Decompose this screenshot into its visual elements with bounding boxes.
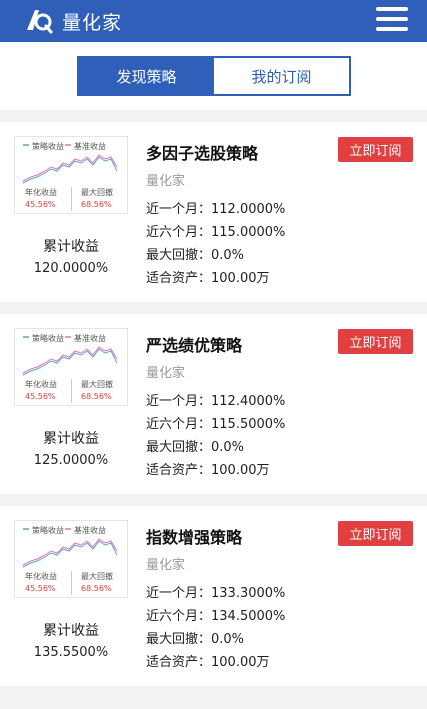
thumb-divider bbox=[71, 379, 72, 403]
max-drawdown-label: 最大回撤 bbox=[81, 188, 113, 197]
strategy-card[interactable]: 策略收益 基准收益 年化收益 45.56% 最大回撤 68.56% 累计收益 1… bbox=[0, 314, 427, 494]
legend-strategy: 策略收益 bbox=[32, 142, 64, 151]
return-6-months: 近六个月：134.5000% bbox=[146, 609, 286, 624]
cumulative-return-label: 累计收益 bbox=[43, 239, 99, 255]
legend-benchmark: 基准收益 bbox=[74, 526, 106, 535]
max-drawdown-value: 68.56% bbox=[81, 392, 112, 401]
max-drawdown-value: 68.56% bbox=[81, 584, 112, 593]
cumulative-return-label: 累计收益 bbox=[43, 623, 99, 639]
legend-benchmark: 基准收益 bbox=[74, 142, 106, 151]
return-6-months: 近六个月：115.0000% bbox=[146, 225, 286, 240]
legend-strategy: 策略收益 bbox=[32, 526, 64, 535]
annual-return-value: 45.56% bbox=[25, 584, 56, 593]
cumulative-return-label: 累计收益 bbox=[43, 431, 99, 447]
cumulative-return-value: 120.0000% bbox=[33, 261, 109, 276]
tab-discover-strategies[interactable]: 发现策略 bbox=[79, 58, 214, 94]
annual-return-value: 45.56% bbox=[25, 200, 56, 209]
max-drawdown-label: 最大回撤 bbox=[81, 380, 113, 389]
return-1-month: 近一个月：112.0000% bbox=[146, 202, 286, 217]
strategy-chart-thumbnail: 策略收益 基准收益 年化收益 45.56% 最大回撤 68.56% bbox=[14, 136, 128, 214]
subscribe-button[interactable]: 立即订阅 bbox=[338, 329, 413, 354]
strategy-name[interactable]: 指数增强策略 bbox=[146, 524, 242, 548]
max-drawdown: 最大回撤：0.0% bbox=[146, 632, 245, 647]
strategy-card[interactable]: 策略收益 基准收益 年化收益 45.56% 最大回撤 68.56% 累计收益 1… bbox=[0, 506, 427, 686]
top-bar: 量化家 bbox=[0, 0, 427, 42]
strategy-brand: 量化家 bbox=[146, 366, 186, 381]
max-drawdown: 最大回撤：0.0% bbox=[146, 440, 245, 455]
app-title: 量化家 bbox=[62, 12, 123, 34]
strategy-brand: 量化家 bbox=[146, 174, 186, 189]
annual-return-label: 年化收益 bbox=[25, 380, 57, 389]
strategy-name[interactable]: 多因子选股策略 bbox=[146, 140, 258, 164]
return-1-month: 近一个月：112.4000% bbox=[146, 394, 286, 409]
return-6-months: 近六个月：115.5000% bbox=[146, 417, 286, 432]
annual-return-label: 年化收益 bbox=[25, 572, 57, 581]
max-drawdown: 最大回撤：0.0% bbox=[146, 248, 245, 263]
annual-return-label: 年化收益 bbox=[25, 188, 57, 197]
strategy-name[interactable]: 严选绩优策略 bbox=[146, 332, 242, 356]
strategy-chart-thumbnail: 策略收益 基准收益 年化收益 45.56% 最大回撤 68.56% bbox=[14, 520, 128, 598]
hamburger-menu-icon[interactable] bbox=[376, 7, 408, 35]
app-logo-icon bbox=[24, 6, 54, 34]
strategy-card[interactable]: 策略收益 基准收益 年化收益 45.56% 最大回撤 68.56% 累计收益 1… bbox=[0, 122, 427, 302]
return-1-month: 近一个月：133.3000% bbox=[146, 586, 286, 601]
suitable-assets: 适合资产：100.00万 bbox=[146, 655, 270, 670]
tab-bar: 发现策略 我的订阅 bbox=[77, 56, 351, 96]
strategy-chart-thumbnail: 策略收益 基准收益 年化收益 45.56% 最大回撤 68.56% bbox=[14, 328, 128, 406]
subscribe-button[interactable]: 立即订阅 bbox=[338, 137, 413, 162]
legend-strategy: 策略收益 bbox=[32, 334, 64, 343]
tab-bar-container: 发现策略 我的订阅 bbox=[0, 42, 427, 110]
legend-benchmark: 基准收益 bbox=[74, 334, 106, 343]
max-drawdown-value: 68.56% bbox=[81, 200, 112, 209]
suitable-assets: 适合资产：100.00万 bbox=[146, 463, 270, 478]
annual-return-value: 45.56% bbox=[25, 392, 56, 401]
cumulative-return-value: 125.0000% bbox=[33, 453, 109, 468]
cumulative-return-value: 135.5500% bbox=[33, 645, 109, 660]
max-drawdown-label: 最大回撤 bbox=[81, 572, 113, 581]
strategy-brand: 量化家 bbox=[146, 558, 186, 573]
subscribe-button[interactable]: 立即订阅 bbox=[338, 521, 413, 546]
tab-my-subscriptions[interactable]: 我的订阅 bbox=[214, 58, 349, 94]
thumb-divider bbox=[71, 571, 72, 595]
suitable-assets: 适合资产：100.00万 bbox=[146, 271, 270, 286]
thumb-divider bbox=[71, 187, 72, 211]
